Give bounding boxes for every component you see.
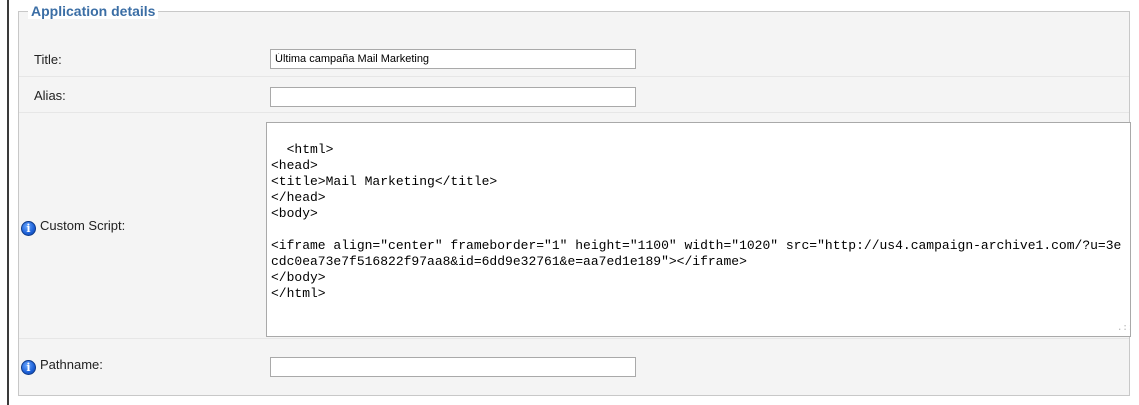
alias-label: Alias: xyxy=(34,88,66,103)
pathname-label: Pathname: xyxy=(40,357,103,372)
title-input[interactable] xyxy=(270,49,636,69)
title-label: Title: xyxy=(34,52,62,67)
alias-input[interactable] xyxy=(270,87,636,107)
custom-script-label: Custom Script: xyxy=(40,218,126,233)
fieldset-legend: Application details xyxy=(28,3,159,19)
info-icon[interactable]: i xyxy=(21,221,36,236)
pathname-input[interactable] xyxy=(270,357,636,377)
info-icon[interactable]: i xyxy=(21,360,36,375)
resize-grip-icon[interactable]: .:: xyxy=(1117,323,1130,333)
custom-script-textarea[interactable]: <html> <head> <title>Mail Marketing</tit… xyxy=(266,122,1131,337)
window-left-border xyxy=(7,0,9,405)
custom-script-text: <html> <head> <title>Mail Marketing</tit… xyxy=(271,142,1122,301)
